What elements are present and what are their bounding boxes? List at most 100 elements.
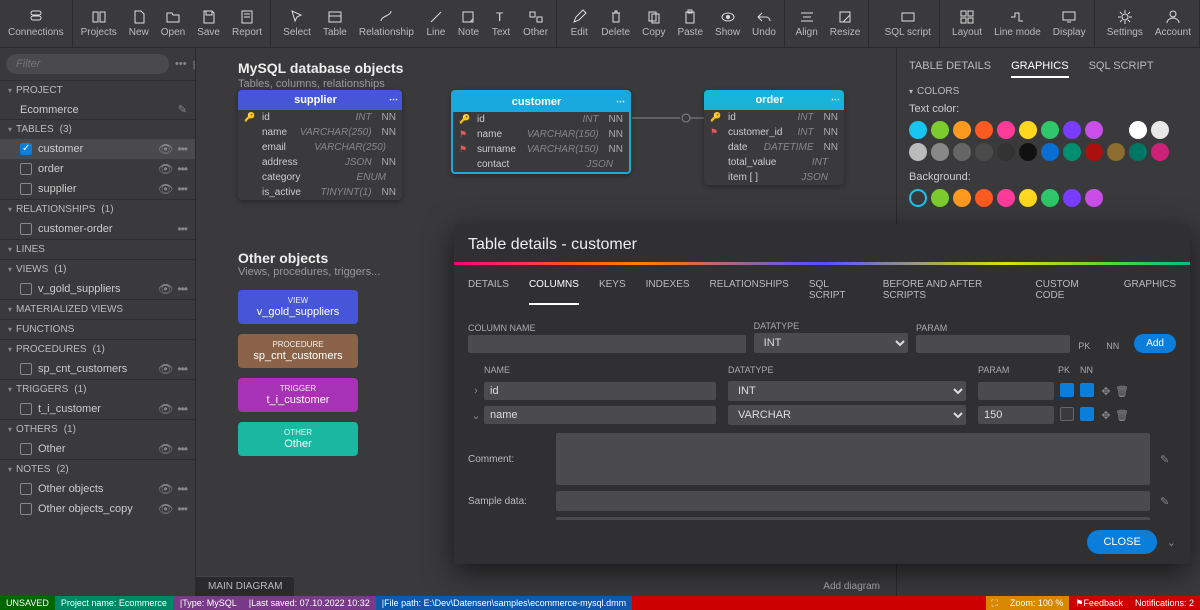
diagram-tab[interactable]: MAIN DIAGRAM [196,576,294,596]
color-swatch[interactable] [953,189,971,207]
eye-icon[interactable]: 👁 [158,402,173,416]
db-column-row[interactable]: item [ ]JSON [704,170,844,185]
color-swatch[interactable] [975,189,993,207]
color-swatch[interactable] [1129,143,1147,161]
color-swatch[interactable] [931,143,949,161]
tree-header-others[interactable]: ▾OTHERS (1) [0,420,195,439]
table-button[interactable]: Table [317,0,353,47]
note-button[interactable]: Note [452,0,485,47]
db-column-row[interactable]: dateDATETIMENN [704,140,844,155]
tree-item-order[interactable]: order👁••• [0,159,195,179]
tree-header-materialized-views[interactable]: ▾MATERIALIZED VIEWS [0,300,195,319]
db-column-row[interactable]: categoryENUM [238,170,402,185]
delete-icon[interactable]: 🗑 [1114,385,1130,398]
copy-button[interactable]: Copy [636,0,671,47]
tree-item-v-gold-suppliers[interactable]: v_gold_suppliers👁••• [0,279,195,299]
undo-button[interactable]: Undo [746,0,782,47]
color-swatch[interactable] [1107,121,1125,139]
color-swatch[interactable] [931,189,949,207]
nn-checkbox[interactable] [1080,407,1094,421]
db-table-order[interactable]: order ⋯🔑idINTNN⚑customer_idINTNNdateDATE… [704,90,844,185]
db-table-supplier[interactable]: supplier ⋯🔑idINTNNnameVARCHAR(250)NNemai… [238,90,402,200]
add-column-button[interactable]: Add [1134,334,1176,353]
col-datatype-select[interactable]: INT [728,381,966,401]
db-column-row[interactable]: nameVARCHAR(250)NN [238,125,402,140]
object-card-sp-cnt-customers[interactable]: PROCEDUREsp_cnt_customers [238,334,358,368]
col-name-input[interactable] [484,406,716,424]
modal-tab-sql-script[interactable]: SQL SCRIPT [809,275,863,305]
rp-tab-graphics[interactable]: GRAPHICS [1011,56,1068,78]
move-icon[interactable]: ✥ [1098,409,1114,422]
color-swatch[interactable] [1107,143,1125,161]
tree-header-views[interactable]: ▾VIEWS (1) [0,260,195,279]
eye-icon[interactable]: 👁 [158,482,173,496]
status-notifications[interactable]: Notifications: 2 [1129,596,1200,610]
db-column-row[interactable]: contactJSON [453,157,629,172]
tree-header-procedures[interactable]: ▾PROCEDURES (1) [0,340,195,359]
tree-item-customer[interactable]: customer👁••• [0,139,195,159]
modal-tab-relationships[interactable]: RELATIONSHIPS [710,275,789,305]
color-swatch[interactable] [1063,143,1081,161]
eye-icon[interactable]: 👁 [158,142,173,156]
col-name-input[interactable] [484,382,716,400]
checkbox-icon[interactable] [20,183,32,195]
layout-button[interactable]: Layout [946,0,988,47]
color-swatch[interactable] [975,143,993,161]
color-swatch[interactable] [997,189,1015,207]
tree-header-functions[interactable]: ▾FUNCTIONS [0,320,195,339]
checkbox-icon[interactable] [20,163,32,175]
pencil-icon[interactable]: ✎ [178,103,187,116]
color-swatch[interactable] [909,143,927,161]
more-icon[interactable]: ••• [177,482,187,496]
db-table-header[interactable]: customer ⋯ [453,92,629,112]
tree-header-project[interactable]: ▾PROJECT [0,81,195,100]
color-swatch[interactable] [1151,143,1169,161]
tree-item-sp-cnt-customers[interactable]: sp_cnt_customers👁••• [0,359,195,379]
object-card-t-i-customer[interactable]: TRIGGERt_i_customer [238,378,358,412]
tree-header-tables[interactable]: ▾TABLES (3) [0,120,195,139]
modal-tab-indexes[interactable]: INDEXES [646,275,690,305]
db-column-row[interactable]: ⚑customer_idINTNN [704,125,844,140]
color-swatch[interactable] [953,143,971,161]
projects-button[interactable]: Projects [75,0,123,47]
other-button[interactable]: Other [517,0,554,47]
checkbox-icon[interactable] [20,223,32,235]
expand-icon[interactable]: › [468,385,484,397]
display-button[interactable]: Display [1047,0,1092,47]
tree-item-other[interactable]: Other👁••• [0,439,195,459]
tree-item-other-objects-copy[interactable]: Other objects_copy👁••• [0,499,195,519]
tree-header-triggers[interactable]: ▾TRIGGERS (1) [0,380,195,399]
add-diagram-button[interactable]: Add diagram [823,581,880,592]
delete-button[interactable]: Delete [595,0,636,47]
more-icon[interactable]: ••• [177,222,187,236]
checkbox-icon[interactable] [20,403,32,415]
eye-icon[interactable]: 👁 [158,162,173,176]
color-swatch[interactable] [975,121,993,139]
tree-item-customer-order[interactable]: customer-order••• [0,219,195,239]
col-param-input[interactable] [978,382,1054,400]
open-button[interactable]: Open [155,0,191,47]
modal-tab-before-and-after-scripts[interactable]: BEFORE AND AFTER SCRIPTS [883,275,1016,305]
color-swatch[interactable] [1019,121,1037,139]
filter-options-icon[interactable]: ••• [175,58,187,70]
modal-tab-graphics[interactable]: GRAPHICS [1124,275,1176,305]
status-fullscreen-icon[interactable]: ⛶ [986,596,1004,610]
eye-icon[interactable]: 👁 [158,362,173,376]
new-button[interactable]: New [123,0,155,47]
status-zoom[interactable]: Zoom: 100 % [1004,596,1070,610]
comment-input[interactable] [556,433,1150,485]
more-icon[interactable]: ••• [177,442,187,456]
sql-script-button[interactable]: SQL script [879,0,937,47]
rp-tab-table-details[interactable]: TABLE DETAILS [909,56,991,78]
expand-icon[interactable]: ⌄ [468,409,484,422]
settings-button[interactable]: Settings [1101,0,1149,47]
db-table-customer[interactable]: customer ⋯🔑idINTNN⚑nameVARCHAR(150)NN⚑su… [451,90,631,174]
align-button[interactable]: Align [790,0,824,47]
save-button[interactable]: Save [191,0,226,47]
checkbox-icon[interactable] [20,363,32,375]
checkbox-icon[interactable] [20,443,32,455]
color-swatch[interactable] [1085,143,1103,161]
color-swatch[interactable] [1085,121,1103,139]
color-swatch[interactable] [1085,189,1103,207]
color-swatch[interactable] [1151,121,1169,139]
